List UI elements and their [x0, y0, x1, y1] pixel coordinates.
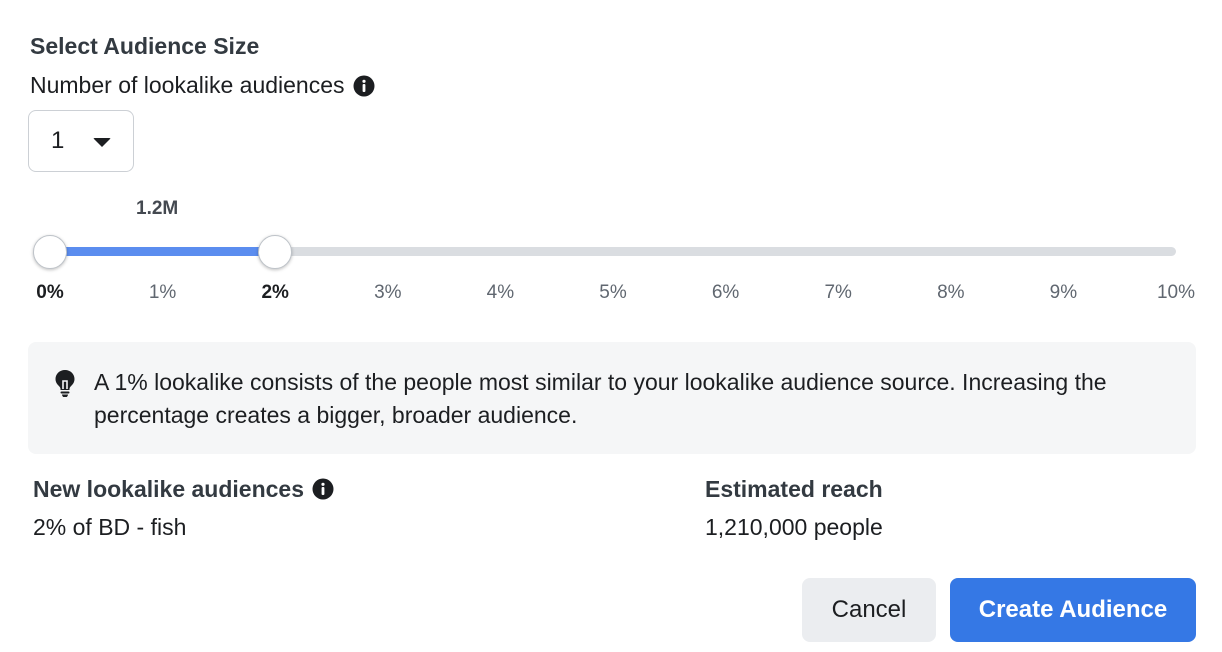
- new-audiences-value: 2% of BD - fish: [33, 514, 187, 540]
- slider-tick-label: 5%: [599, 282, 627, 303]
- tip-box: A 1% lookalike consists of the people mo…: [28, 342, 1196, 454]
- estimated-reach-value: 1,210,000 people: [705, 514, 883, 540]
- estimated-reach-section: Estimated reach 1,210,000 people: [705, 474, 883, 541]
- create-audience-button[interactable]: Create Audience: [950, 578, 1196, 642]
- lightbulb-icon: [52, 369, 78, 398]
- slider-tick-label: 7%: [824, 282, 852, 303]
- slider-tick-label: 6%: [711, 282, 740, 303]
- slider-tick-label: 10%: [1156, 282, 1196, 303]
- new-audiences-section: New lookalike audiences 2% of BD - fish: [33, 474, 334, 541]
- number-of-audiences-row: Number of lookalike audiences: [30, 72, 375, 99]
- new-audiences-label: New lookalike audiences: [33, 475, 305, 502]
- slider-value-label: 1.2M: [136, 198, 179, 219]
- select-value: 1: [51, 127, 65, 154]
- info-icon[interactable]: [353, 75, 375, 97]
- slider-tick-label: 8%: [937, 282, 965, 303]
- slider-tick-label: 0%: [36, 282, 64, 303]
- slider-tick-label: 9%: [1049, 282, 1078, 303]
- estimated-reach-label: Estimated reach: [705, 475, 883, 502]
- slider-tick-label: 4%: [486, 282, 515, 303]
- section-title: Select Audience Size: [30, 33, 260, 59]
- slider-tick-label: 3%: [374, 282, 402, 303]
- slider-end-handle[interactable]: [258, 235, 293, 269]
- caret-down-icon: [93, 138, 111, 147]
- info-icon[interactable]: [312, 478, 334, 500]
- tip-text: A 1% lookalike consists of the people mo…: [94, 369, 1107, 428]
- number-of-audiences-select[interactable]: 1: [28, 110, 134, 172]
- slider-tick-label: 1%: [148, 282, 177, 303]
- slider-start-handle[interactable]: [33, 235, 67, 269]
- number-of-audiences-label: Number of lookalike audiences: [30, 72, 345, 98]
- slider-tick-label: 2%: [261, 282, 289, 303]
- slider-selected-range: [50, 247, 276, 256]
- cancel-button[interactable]: Cancel: [802, 578, 936, 642]
